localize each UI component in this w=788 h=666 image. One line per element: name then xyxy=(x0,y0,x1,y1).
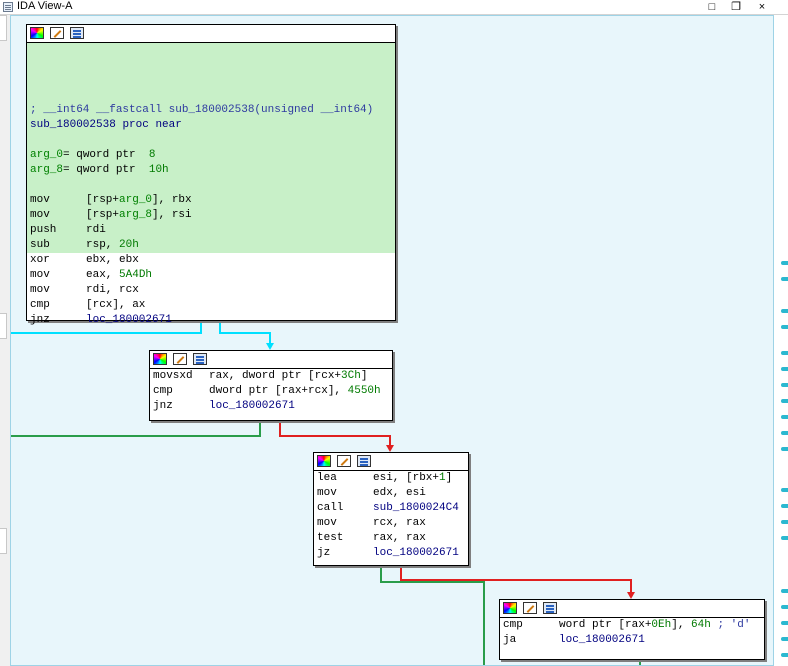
instruction[interactable]: mov rdi, rcx xyxy=(27,283,395,298)
overview-marker xyxy=(781,415,788,419)
overview-marker xyxy=(781,383,788,387)
graph-icon[interactable] xyxy=(543,602,557,614)
instruction[interactable]: cmp [rcx], ax xyxy=(27,298,395,313)
instruction[interactable]: xor ebx, ebx xyxy=(27,253,395,268)
left-panel-fragment xyxy=(0,313,7,339)
block-header xyxy=(150,351,392,369)
overview-marker xyxy=(781,621,788,625)
edit-node-icon[interactable] xyxy=(523,602,537,614)
overview-marker xyxy=(781,589,788,593)
overview-marker xyxy=(781,351,788,355)
color-palette-icon[interactable] xyxy=(153,353,167,365)
ida-view-icon xyxy=(3,2,13,12)
left-panel-fragment xyxy=(0,15,7,41)
instruction[interactable]: mov rcx, rax xyxy=(314,516,468,531)
overview-marker xyxy=(781,277,788,281)
block-code: ; __int64 __fastcall sub_180002538(unsig… xyxy=(27,43,395,253)
instruction[interactable]: ja loc_180002671 xyxy=(500,633,764,648)
instruction[interactable]: jnz loc_180002671 xyxy=(150,399,392,414)
instruction[interactable]: cmp dword ptr [rax+rcx], 4550h xyxy=(150,384,392,399)
left-panel-edge xyxy=(0,15,10,666)
overview-marker xyxy=(781,520,788,524)
graph-view[interactable]: ; __int64 __fastcall sub_180002538(unsig… xyxy=(10,15,774,666)
overview-marker xyxy=(781,605,788,609)
maximize-icon[interactable]: ❐ xyxy=(726,0,746,14)
instruction[interactable]: lea esi, [rbx+1] xyxy=(314,471,468,486)
overview-marker xyxy=(781,261,788,265)
block-header xyxy=(27,25,395,43)
left-panel-fragment xyxy=(0,528,7,554)
proc-declaration: sub_180002538 proc near xyxy=(27,118,395,133)
color-palette-icon[interactable] xyxy=(503,602,517,614)
overview-marker xyxy=(781,431,788,435)
arg-declaration: arg_0= qword ptr 8 xyxy=(27,148,395,163)
instruction[interactable]: mov edx, esi xyxy=(314,486,468,501)
arrow-head xyxy=(266,343,274,350)
overview-marker xyxy=(781,399,788,403)
color-palette-icon[interactable] xyxy=(30,27,44,39)
function-signature-comment: ; __int64 __fastcall sub_180002538(unsig… xyxy=(27,103,395,118)
overview-strip[interactable] xyxy=(774,15,788,666)
code-block-sub_180002538[interactable]: ; __int64 __fastcall sub_180002538(unsig… xyxy=(26,24,396,326)
overview-marker xyxy=(781,536,788,540)
overview-marker xyxy=(781,367,788,371)
code-block-version-check[interactable]: cmp word ptr [rax+0Eh], 64h ; 'd' ja loc_1… xyxy=(499,599,765,660)
graph-icon[interactable] xyxy=(193,353,207,365)
arrow-head xyxy=(627,592,635,599)
instruction[interactable]: cmp word ptr [rax+0Eh], 64h ; 'd' xyxy=(500,618,764,633)
instruction[interactable]: test rax, rax xyxy=(314,531,468,546)
restore-icon[interactable]: □ xyxy=(702,0,722,14)
code-block-call[interactable]: lea esi, [rbx+1] mov edx, esi call sub_1800… xyxy=(313,452,469,566)
graph-icon[interactable] xyxy=(70,27,84,39)
overview-marker xyxy=(781,325,788,329)
overview-marker xyxy=(781,653,788,657)
edge-b3-to-b4 xyxy=(400,565,632,592)
edge-b2-taken xyxy=(11,420,261,437)
window-title: IDA View-A xyxy=(17,0,73,12)
close-icon[interactable]: × xyxy=(752,0,772,14)
overview-marker xyxy=(781,637,788,641)
edit-node-icon[interactable] xyxy=(337,455,351,467)
block-code-plain: xor ebx, ebx mov eax, 5A4Dh mov rdi, rcx cm… xyxy=(27,253,395,328)
overview-marker xyxy=(781,309,788,313)
instruction[interactable]: jnz loc_180002671 xyxy=(27,313,395,328)
instruction[interactable]: movsxd rax, dword ptr [rcx+3Ch] xyxy=(150,369,392,384)
overview-marker xyxy=(781,488,788,492)
block-code: movsxd rax, dword ptr [rcx+3Ch] cmp dword … xyxy=(150,369,392,414)
edit-node-icon[interactable] xyxy=(50,27,64,39)
window-titlebar: IDA View-A □ ❐ × xyxy=(0,0,788,15)
overview-marker xyxy=(781,447,788,451)
block-code: lea esi, [rbx+1] mov edx, esi call sub_1800… xyxy=(314,471,468,561)
instruction[interactable]: mov [rsp+arg_8], rsi xyxy=(27,208,395,223)
instruction[interactable]: sub rsp, 20h xyxy=(27,238,395,253)
block-header xyxy=(314,453,468,471)
instruction[interactable]: mov [rsp+arg_0], rbx xyxy=(27,193,395,208)
instruction[interactable]: push rdi xyxy=(27,223,395,238)
arg-declaration: arg_8= qword ptr 10h xyxy=(27,163,395,178)
code-block-pe-check[interactable]: movsxd rax, dword ptr [rcx+3Ch] cmp dword … xyxy=(149,350,393,421)
overview-marker xyxy=(781,504,788,508)
arrow-head xyxy=(386,445,394,452)
block-header xyxy=(500,600,764,618)
graph-icon[interactable] xyxy=(357,455,371,467)
block-code: cmp word ptr [rax+0Eh], 64h ; 'd' ja loc_1… xyxy=(500,618,764,648)
edit-node-icon[interactable] xyxy=(173,353,187,365)
color-palette-icon[interactable] xyxy=(317,455,331,467)
instruction[interactable]: jz loc_180002671 xyxy=(314,546,468,561)
instruction[interactable]: call sub_1800024C4 xyxy=(314,501,468,516)
instruction[interactable]: mov eax, 5A4Dh xyxy=(27,268,395,283)
edge-b2-to-b3 xyxy=(279,420,391,445)
